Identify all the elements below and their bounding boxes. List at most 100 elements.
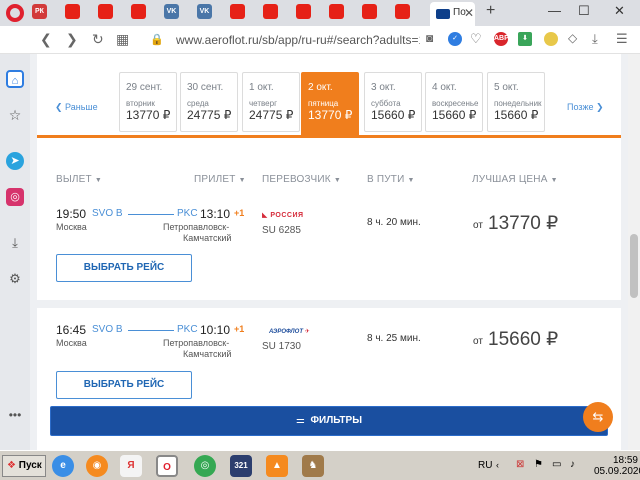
later-dates-link[interactable]: Позже ❯	[567, 102, 604, 113]
player-321-icon[interactable]: 321	[230, 455, 252, 477]
tray-flag-icon[interactable]: ⚑	[534, 459, 543, 470]
tab-4[interactable]	[131, 4, 146, 19]
col-depart-header[interactable]: ВЫЛЕТ ▼	[56, 174, 102, 185]
arrival-city-line2: Камчатский	[183, 349, 232, 359]
date-card-7[interactable]: 5 окт. понедельник 15660 ₽	[487, 72, 545, 132]
opera-logo-icon[interactable]	[6, 4, 24, 22]
arrival-city-line1: Петропавловск-	[163, 222, 230, 232]
sidebar-more-icon[interactable]: •••	[6, 406, 24, 424]
date-card-6[interactable]: 4 окт. воскресенье 15660 ₽	[425, 72, 483, 132]
adblock-icon[interactable]: ABP	[494, 32, 509, 46]
results-panel: ❮ Раньше 29 сент. вторник 13770 ₽30 сент. с…	[37, 54, 621, 450]
date-card-1[interactable]: 29 сент. вторник 13770 ₽	[119, 72, 177, 132]
reload-icon[interactable]: ↻	[92, 31, 104, 48]
tray-network-icon[interactable]: ⊠	[516, 459, 524, 470]
tab-1[interactable]: РК	[32, 4, 47, 19]
departure-time: 16:45	[56, 323, 87, 337]
arrival-city-line1: Петропавловск-	[163, 338, 230, 348]
close-window-button[interactable]: ✕	[614, 3, 625, 19]
route-line	[128, 214, 174, 215]
url-field[interactable]: www.aeroflot.ru/sb/app/ru-ru#/search?adu…	[176, 33, 420, 47]
sidebar-home-icon[interactable]: ⌂	[6, 70, 24, 88]
taskbar-clock[interactable]: 18:59 05.09.2020	[594, 455, 640, 477]
col-price-header[interactable]: ЛУЧШАЯ ЦЕНА ▼	[472, 174, 558, 185]
filter-badge-icon[interactable]: ⇆	[583, 402, 613, 432]
downloads-icon[interactable]: ⤓	[592, 31, 598, 47]
earlier-dates-link[interactable]: ❮ Раньше	[55, 102, 98, 113]
sidebar-downloads-icon[interactable]: ⤓	[6, 234, 24, 252]
camera-icon[interactable]: ◙	[426, 31, 433, 45]
sidebar-settings-icon[interactable]: ⚙	[6, 270, 24, 288]
minimize-button[interactable]: —	[548, 3, 561, 18]
sidebar-bookmarks-icon[interactable]: ☆	[6, 106, 24, 124]
date-card-weekday: четверг	[249, 99, 277, 108]
departure-city: Москва	[56, 338, 87, 348]
tab-10[interactable]	[329, 4, 344, 19]
flight-price: 15660 ₽	[488, 329, 559, 350]
tab-6[interactable]: VK	[197, 4, 212, 19]
forward-icon[interactable]: ❯	[66, 31, 78, 48]
date-card-price: 15660 ₽	[432, 108, 477, 122]
col-arrive-header[interactable]: ПРИЛЕТ ▼	[194, 174, 246, 185]
shield-icon[interactable]: ✓	[448, 32, 462, 46]
new-tab-button[interactable]: +	[486, 2, 495, 20]
heart-icon[interactable]: ♡	[470, 31, 482, 47]
arrival-airport[interactable]: PKC	[177, 324, 198, 335]
maximize-button[interactable]: ☐	[578, 3, 590, 19]
select-flight-button[interactable]: ВЫБРАТЬ РЕЙС	[56, 371, 192, 399]
price-from-label: от	[473, 220, 483, 231]
arrival-time: 13:10	[200, 207, 231, 221]
tab-9[interactable]	[296, 4, 311, 19]
browser-tab-strip: РК VK VK По ✕ + — ☐ ✕	[0, 0, 640, 26]
filters-button[interactable]: ⚌ ФИЛЬТРЫ	[50, 406, 608, 436]
tab-8[interactable]	[263, 4, 278, 19]
tray-volume-icon[interactable]: ♪	[570, 459, 575, 470]
download-extension-icon[interactable]: ⬇	[518, 32, 532, 46]
later-label: Позже	[567, 102, 594, 112]
menu-icon[interactable]: ☰	[616, 31, 628, 47]
sidebar-instagram-icon[interactable]: ◎	[6, 188, 24, 206]
col-carrier-header[interactable]: ПЕРЕВОЗЧИК ▼	[262, 174, 341, 185]
tab-7[interactable]	[230, 4, 245, 19]
page-scrollbar[interactable]	[628, 54, 640, 450]
tab-12[interactable]	[395, 4, 410, 19]
date-card-2[interactable]: 30 сент. среда 24775 ₽	[180, 72, 238, 132]
app-icon[interactable]: ♞	[302, 455, 324, 477]
departure-airport[interactable]: SVO B	[92, 208, 123, 219]
lock-icon[interactable]: 🔒	[150, 33, 164, 46]
departure-airport[interactable]: SVO B	[92, 324, 123, 335]
cube-icon[interactable]: ◇	[568, 31, 577, 45]
date-card-3[interactable]: 1 окт. четверг 24775 ₽	[242, 72, 300, 132]
speed-dial-icon[interactable]: ▦	[116, 31, 129, 48]
tab-11[interactable]	[362, 4, 377, 19]
tab-2[interactable]	[65, 4, 80, 19]
col-duration-header[interactable]: В ПУТИ ▼	[367, 174, 415, 185]
scrollbar-thumb[interactable]	[630, 234, 638, 298]
tray-arrow-icon[interactable]: ‹	[496, 460, 499, 470]
date-card-date: 4 окт.	[432, 82, 457, 93]
back-icon[interactable]: ❮	[40, 31, 52, 48]
start-button[interactable]: ❖ Пуск	[2, 455, 46, 477]
date-card-date: 5 окт.	[494, 82, 519, 93]
ie-icon[interactable]: e	[52, 455, 74, 477]
date-card-price: 24775 ₽	[249, 108, 294, 122]
arrival-airport[interactable]: PKC	[177, 208, 198, 219]
col-depart-label: ВЫЛЕТ	[56, 174, 92, 185]
extension-icon[interactable]	[544, 32, 558, 46]
tray-monitor-icon[interactable]: ▭	[552, 459, 561, 470]
tab-5[interactable]: VK	[164, 4, 179, 19]
date-card-5[interactable]: 3 окт. суббота 15660 ₽	[364, 72, 422, 132]
chrome-icon[interactable]: ◎	[194, 455, 216, 477]
date-card-4[interactable]: 2 окт. пятница 13770 ₽	[301, 72, 359, 138]
yandex-icon[interactable]: Я	[120, 455, 142, 477]
opera-taskbar-icon[interactable]: O	[156, 455, 178, 477]
vlc-icon[interactable]: ▲	[266, 455, 288, 477]
date-card-date: 30 сент.	[187, 82, 224, 93]
tab-3[interactable]	[98, 4, 113, 19]
firefox-icon[interactable]: ◉	[86, 455, 108, 477]
language-indicator[interactable]: RU	[478, 460, 492, 471]
sidebar-telegram-icon[interactable]: ➤	[6, 152, 24, 170]
select-flight-button[interactable]: ВЫБРАТЬ РЕЙС	[56, 254, 192, 282]
tab-close-icon[interactable]: ✕	[464, 6, 474, 20]
flight-price: 13770 ₽	[488, 213, 559, 234]
